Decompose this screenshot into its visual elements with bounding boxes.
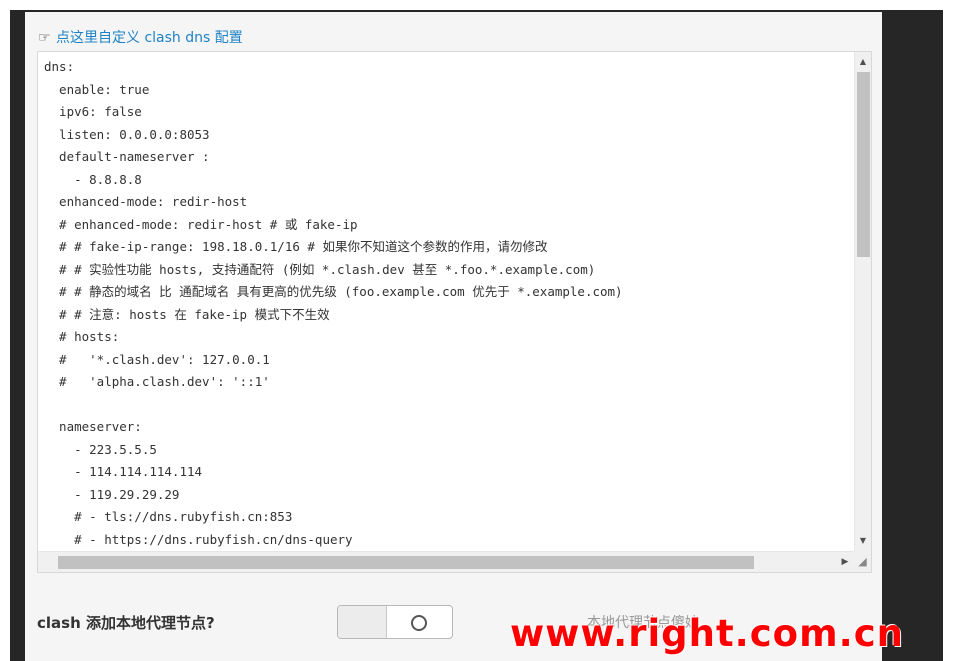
hand-pointer-icon: ☞ (38, 30, 51, 46)
code-line: enable: true (44, 81, 150, 97)
vertical-scrollbar[interactable]: ▲ ▼ (854, 52, 871, 551)
add-local-proxy-toggle[interactable] (337, 605, 453, 639)
toggle-circle-icon (411, 615, 427, 631)
code-line: - 8.8.8.8 (44, 171, 142, 187)
code-line: # 'alpha.clash.dev': '::1' (44, 374, 270, 389)
custom-dns-config-link[interactable]: ☞ 点这里自定义 clash dns 配置 (38, 28, 243, 48)
code-line: ipv6: false (44, 104, 142, 119)
code-line: # - tls://dns.rubyfish.cn:853 (44, 509, 293, 524)
vertical-scroll-thumb[interactable] (857, 72, 870, 257)
code-line: # # 注意: hosts 在 fake-ip 模式下不生效 (44, 306, 330, 322)
watermark: www.right.com.cn (510, 612, 904, 655)
scroll-down-arrow-icon[interactable]: ▼ (855, 533, 871, 549)
add-local-proxy-label: clash 添加本地代理节点? (37, 614, 215, 632)
horizontal-scrollbar[interactable]: ▶ (38, 551, 856, 572)
code-line: # hosts: (44, 329, 120, 344)
code-line: # enhanced-mode: redir-host # 或 fake-ip (44, 216, 358, 232)
code-line: # # 静态的域名 比 通配域名 具有更高的优先级 (foo.example.c… (44, 284, 623, 299)
code-line: - 119.29.29.29 (44, 486, 180, 502)
code-line: nameserver: (44, 419, 142, 434)
toggle-off-segment (338, 606, 387, 638)
dns-config-editor[interactable]: dns: enable: true ipv6: false listen: 0.… (37, 51, 872, 573)
code-line: - 223.5.5.5 (44, 441, 157, 457)
code-line: default-nameserver : (44, 149, 210, 164)
dns-config-textarea[interactable]: dns: enable: true ipv6: false listen: 0.… (44, 56, 849, 550)
code-line: dns: (44, 59, 75, 74)
scroll-right-arrow-icon[interactable]: ▶ (838, 554, 852, 570)
custom-dns-config-link-text: 点这里自定义 clash dns 配置 (56, 30, 243, 46)
scroll-up-arrow-icon[interactable]: ▲ (855, 54, 871, 70)
horizontal-scroll-thumb[interactable] (58, 556, 754, 569)
code-line: enhanced-mode: redir-host (44, 194, 248, 209)
code-line: listen: 0.0.0.0:8053 (44, 126, 210, 142)
code-line: - 114.114.114.114 (44, 464, 203, 479)
code-line: # '*.clash.dev': 127.0.0.1 (44, 351, 270, 367)
resize-grip-icon[interactable]: ◢ (854, 551, 871, 572)
code-line: # - https://dns.rubyfish.cn/dns-query (44, 531, 353, 547)
code-line: # # fake-ip-range: 198.18.0.1/16 # 如果你不知… (44, 239, 548, 254)
code-line: # # 实验性功能 hosts, 支持通配符 (例如 *.clash.dev 甚… (44, 261, 596, 277)
